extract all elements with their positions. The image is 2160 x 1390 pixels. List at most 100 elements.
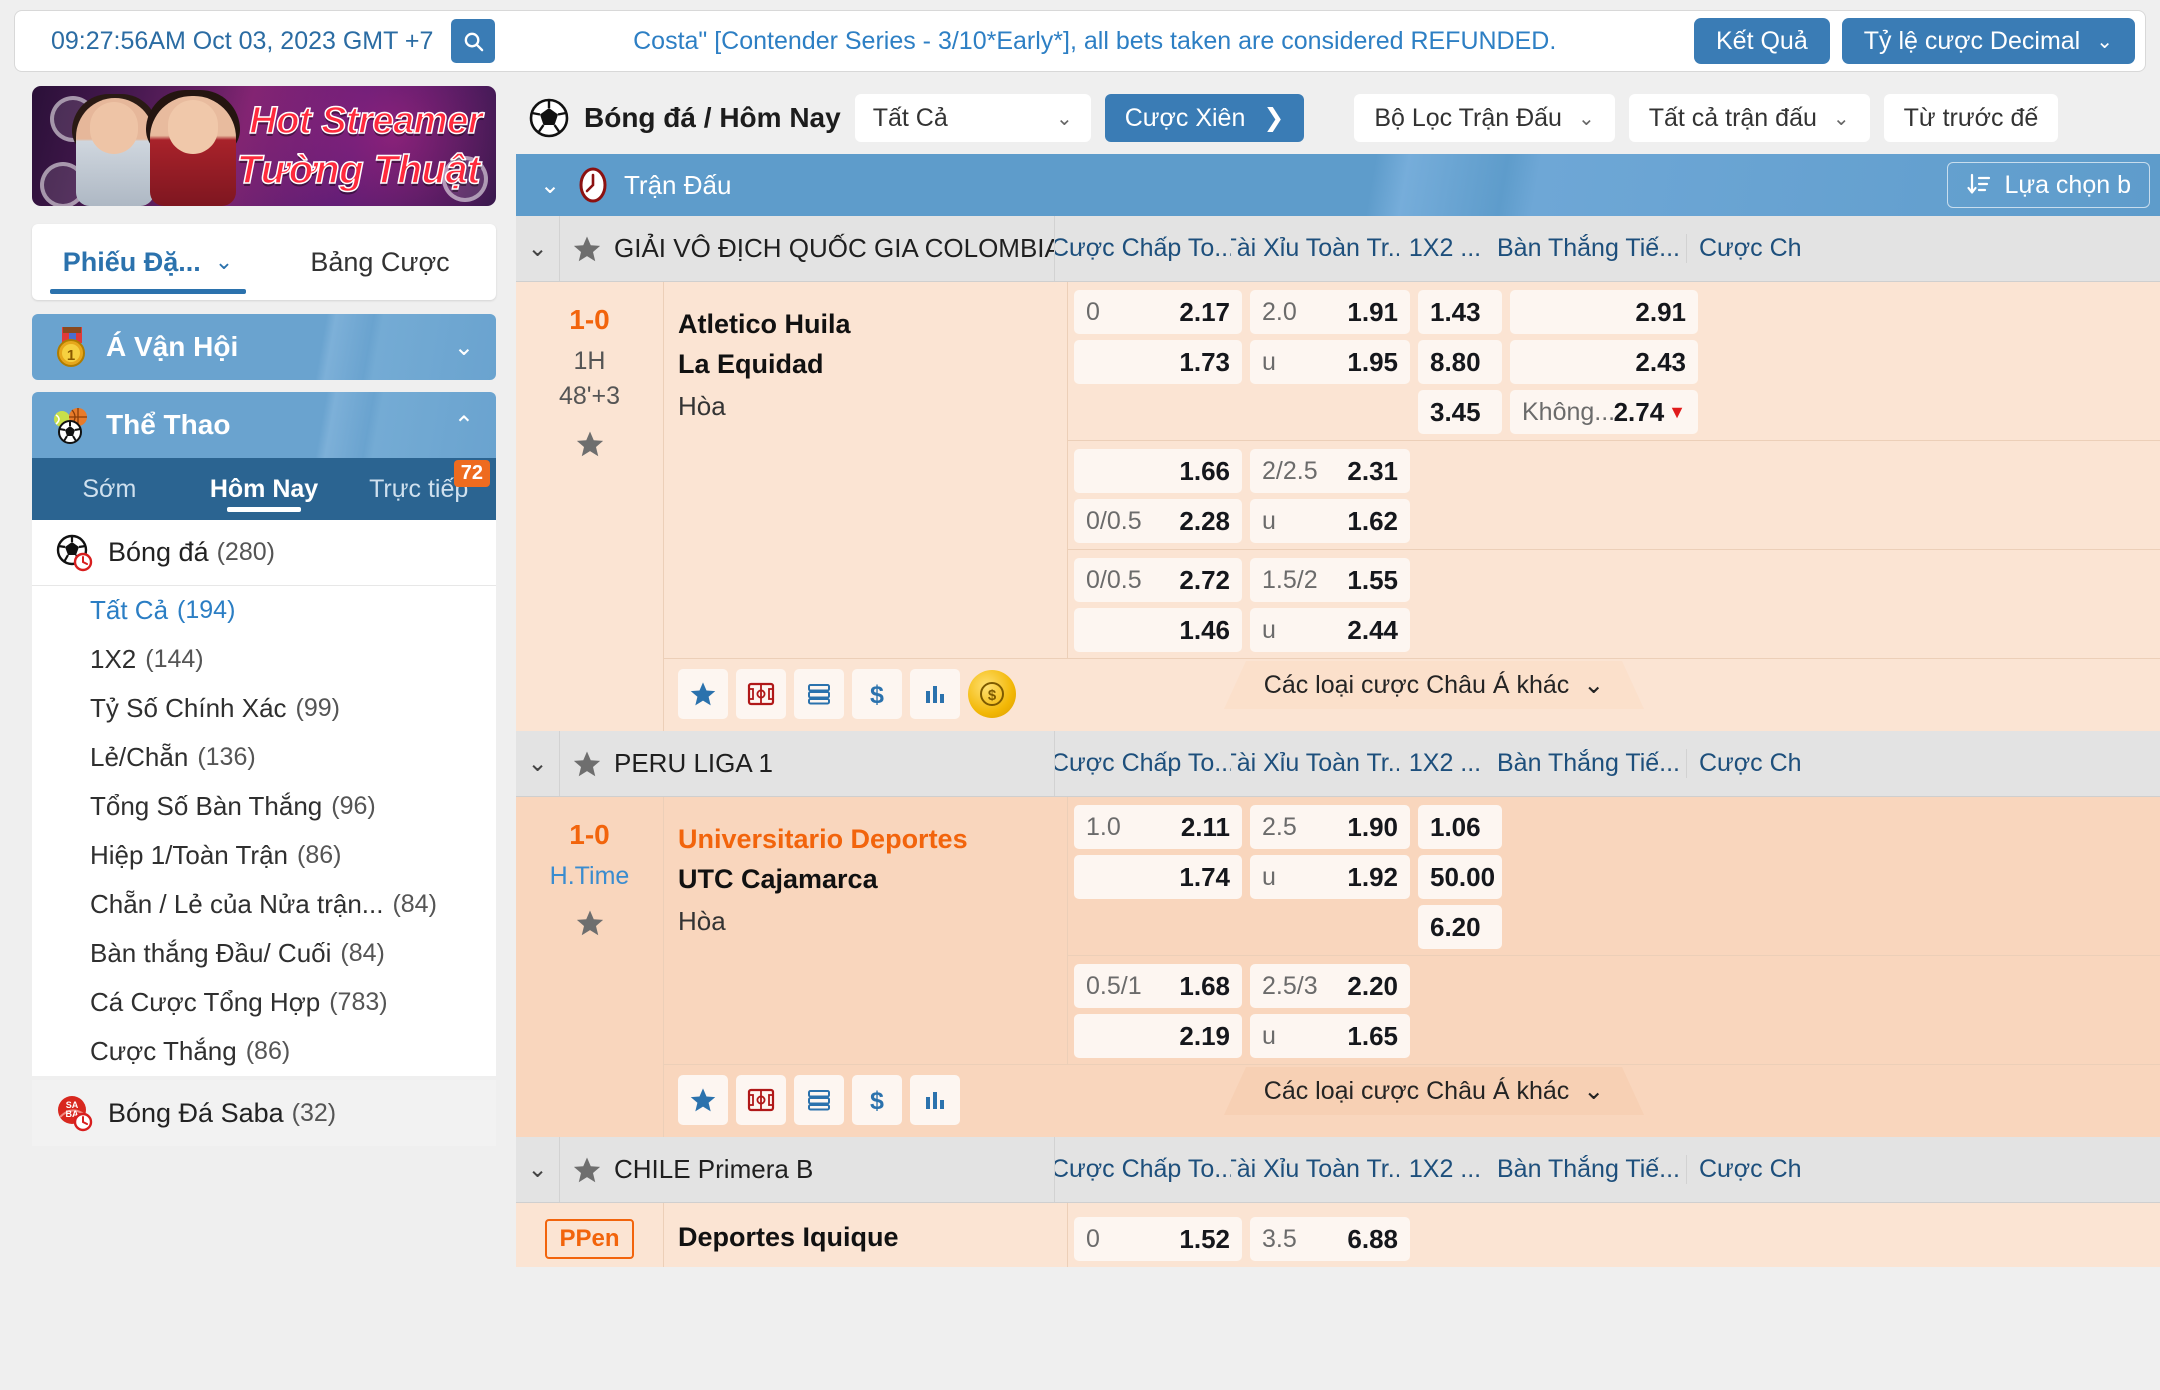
sidebar-section-asian-games[interactable]: 1 Á Vận Hội ⌄ [32, 314, 496, 380]
sidebar-tab-live[interactable]: Trực tiếp 72 [341, 458, 496, 520]
odds-cell[interactable]: 1.43 [1418, 290, 1502, 334]
more-asian-bets-button[interactable]: Các loại cược Châu Á khác ⌄ [1224, 1067, 1644, 1115]
cashout-button[interactable]: $ [852, 669, 902, 719]
odds-cell[interactable]: u 1.95 [1250, 340, 1410, 384]
odds-cell[interactable]: 2.19 [1074, 1014, 1242, 1058]
odds-cell[interactable]: u 1.62 [1250, 499, 1410, 543]
odds-cell[interactable]: 0/0.5 2.72 [1074, 558, 1242, 602]
match-favorite-icon[interactable] [575, 429, 605, 459]
sidebar-item-total-goals[interactable]: Tổng Số Bàn Thắng (96) [32, 782, 496, 831]
more-markets-button[interactable] [794, 669, 844, 719]
odds-col-nextgoal-empty [1510, 1217, 1706, 1261]
cashout-button[interactable]: $ [852, 1075, 902, 1125]
favorite-button[interactable] [678, 1075, 728, 1125]
sidebar-sport-football[interactable]: Bóng đá (280) [32, 520, 496, 586]
odds-value: 2.44 [1347, 614, 1398, 645]
odds-value: 2.72 [1179, 564, 1230, 595]
match-favorite-icon[interactable] [575, 908, 605, 938]
more-asian-bets-button[interactable]: Các loại cược Châu Á khác ⌄ [1224, 661, 1644, 709]
sidebar-item-1x2[interactable]: 1X2 (144) [32, 635, 496, 684]
odds-cell[interactable]: 2/2.5 2.31 [1250, 449, 1410, 493]
sidebar-item-correct-score[interactable]: Tỷ Số Chính Xác (99) [32, 684, 496, 733]
tab-bet-slip[interactable]: Phiếu Đặ... ⌄ [32, 224, 264, 300]
odds-value: 1.52 [1179, 1223, 1230, 1254]
odds-cell[interactable]: 0 1.52 [1074, 1217, 1242, 1261]
league-header-colombia[interactable]: ⌄ GIẢI VÔ ĐỊCH QUỐC GIA COLOMBIA Cược Ch… [516, 216, 2160, 282]
odds-cell[interactable]: 1.0 2.11 [1074, 805, 1242, 849]
select-bets-button[interactable]: Lựa chọn b [1947, 162, 2150, 208]
parlay-button[interactable]: Cược Xiên ❯ [1104, 94, 1305, 142]
time-range-button[interactable]: Từ trước đế [1883, 94, 2059, 142]
search-button[interactable] [451, 19, 496, 63]
cashout-coin-icon[interactable]: $ [968, 670, 1016, 718]
odds-cell[interactable]: u 1.65 [1250, 1014, 1410, 1058]
sidebar-item-half-odd-even[interactable]: Chẵn / Lẻ của Nửa trận... (84) [32, 880, 496, 929]
odds-cell[interactable]: 6.20 [1418, 905, 1502, 949]
tab-bet-list[interactable]: Bảng Cược [264, 224, 496, 300]
sidebar-tab-early[interactable]: Sớm [32, 458, 187, 520]
overunder-line: u [1262, 1021, 1276, 1050]
match-filter-button[interactable]: Bộ Lọc Trận Đấu ⌄ [1354, 94, 1615, 142]
odds-cell[interactable]: 3.5 6.88 [1250, 1217, 1410, 1261]
sidebar-item-tat-ca[interactable]: Tất Cả (194) [32, 586, 496, 635]
odds-cell[interactable]: 2.91 [1510, 290, 1698, 334]
odds-cell[interactable]: u 1.92 [1250, 855, 1410, 899]
sidebar-item-half-full[interactable]: Hiệp 1/Toàn Trận (86) [32, 831, 496, 880]
odds-cell[interactable]: 1.46 [1074, 608, 1242, 652]
statistics-button[interactable] [910, 1075, 960, 1125]
league-favorite-button[interactable] [560, 1137, 614, 1202]
odds-value: 1.43 [1430, 296, 1481, 327]
live-pitch-button[interactable] [736, 669, 786, 719]
odds-cell[interactable]: 2.5 1.90 [1250, 805, 1410, 849]
odds-cell[interactable]: 1.74 [1074, 855, 1242, 899]
odds-cell[interactable]: 0/0.5 2.28 [1074, 499, 1242, 543]
bet-type-select-value: Tất Cả [872, 103, 948, 132]
bet-type-select[interactable]: Tất Cả ⌄ [854, 94, 1091, 142]
sidebar-item-label: Tỷ Số Chính Xác [90, 693, 287, 723]
odds-cell[interactable]: 1.06 [1418, 805, 1502, 849]
match-actions: $ $ Các loại cược Châu Á khác ⌄ [664, 658, 2160, 731]
chevron-down-icon[interactable]: ⌄ [528, 171, 572, 200]
promo-banner[interactable]: Hot Streamer Tường Thuật [32, 86, 496, 206]
chevron-down-icon[interactable]: ⌄ [516, 1137, 560, 1202]
sidebar-section-sports[interactable]: Thể Thao ⌃ [32, 392, 496, 458]
league-header-chile[interactable]: ⌄ CHILE Primera B Cược Chấp To... Tài Xỉ… [516, 1137, 2160, 1203]
odds-cell[interactable]: u 2.44 [1250, 608, 1410, 652]
column-header-more: Cược Ch [1699, 234, 1802, 262]
odds-col-overunder: 2.5 1.90 u 1.92 [1250, 805, 1418, 949]
odds-block: 0/0.5 2.72 1.46 1.5/2 1.55 u 2.44 [1068, 549, 2160, 658]
odds-cell[interactable]: 8.80 [1418, 340, 1502, 384]
all-matches-button[interactable]: Tất cả trận đấu ⌄ [1628, 94, 1870, 142]
odds-cell[interactable]: Không... 2.74 ▼ [1510, 390, 1698, 434]
home-team-name: Deportes Iquique [678, 1222, 899, 1252]
sidebar-item-first-last-goal[interactable]: Bàn thắng Đầu/ Cuối (84) [32, 929, 496, 978]
odds-cell[interactable]: 3.45 [1418, 390, 1502, 434]
odds-cell[interactable]: 2.5/3 2.20 [1250, 964, 1410, 1008]
odds-cell[interactable]: 2.0 1.91 [1250, 290, 1410, 334]
odds-cell[interactable]: 2.43 [1510, 340, 1698, 384]
sidebar-item-count: (86) [245, 1037, 291, 1065]
odds-value: 2.28 [1179, 505, 1230, 536]
sidebar-item-mix-parlay[interactable]: Cá Cược Tổng Hợp (783) [32, 978, 496, 1027]
league-header-peru[interactable]: ⌄ PERU LIGA 1 Cược Chấp To... Tài Xỉu To… [516, 731, 2160, 797]
league-favorite-button[interactable] [560, 216, 614, 281]
odds-cell[interactable]: 50.00 [1418, 855, 1502, 899]
sidebar-tab-today[interactable]: Hôm Nay [187, 458, 342, 520]
results-button[interactable]: Kết Quả [1694, 18, 1830, 64]
odds-cell[interactable]: 1.73 [1074, 340, 1242, 384]
sidebar-item-outright[interactable]: Cược Thắng (86) [32, 1027, 496, 1076]
statistics-button[interactable] [910, 669, 960, 719]
odds-cell[interactable]: 1.5/2 1.55 [1250, 558, 1410, 602]
favorite-button[interactable] [678, 669, 728, 719]
chevron-down-icon[interactable]: ⌄ [516, 731, 560, 796]
odds-format-button[interactable]: Tỷ lệ cược Decimal ⌄ [1841, 18, 2135, 64]
more-markets-button[interactable] [794, 1075, 844, 1125]
odds-cell[interactable]: 0.5/1 1.68 [1074, 964, 1242, 1008]
sidebar-sport-saba-football[interactable]: SA BA Bóng Đá Saba (32) [32, 1080, 496, 1146]
league-favorite-button[interactable] [560, 731, 614, 796]
odds-cell[interactable]: 0 2.17 [1074, 290, 1242, 334]
live-pitch-button[interactable] [736, 1075, 786, 1125]
sidebar-item-odd-even[interactable]: Lẻ/Chẵn (136) [32, 733, 496, 782]
chevron-down-icon[interactable]: ⌄ [516, 216, 560, 281]
odds-cell[interactable]: 1.66 [1074, 449, 1242, 493]
